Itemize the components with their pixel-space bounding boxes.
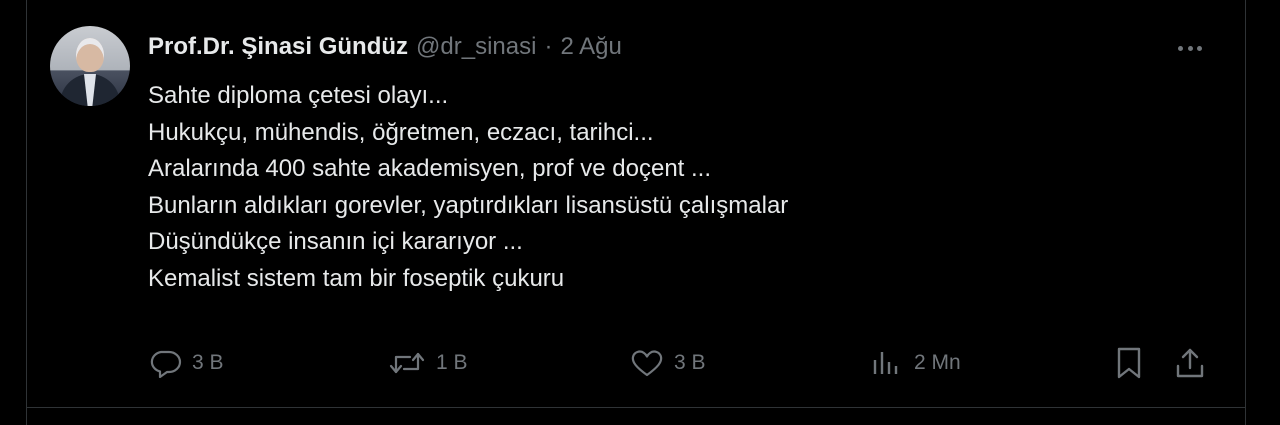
tweet-divider [26, 407, 1246, 408]
meta-separator: · [544, 33, 553, 60]
retweet-count: 1 B [436, 351, 468, 374]
action-bar: 3 B 1 B 3 B 2 Mn [0, 346, 1280, 380]
tweet-text-line: Aralarında 400 sahte akademisyen, prof v… [148, 155, 712, 182]
retweet-button[interactable]: 1 B [388, 346, 468, 380]
tweet-header: Prof.Dr. Şinasi Gündüz @dr_sinasi · 2 Ağu [148, 33, 622, 61]
avatar-head [76, 38, 104, 72]
author-name[interactable]: Prof.Dr. Şinasi Gündüz [148, 33, 408, 60]
tweet-date[interactable]: 2 Ağu [560, 33, 621, 60]
retweet-icon [388, 348, 426, 378]
views-count: 2 Mn [914, 351, 961, 374]
like-count: 3 B [674, 351, 706, 374]
share-button[interactable] [1174, 346, 1206, 380]
tweet-text-line: Bunların aldıkları gorevler, yaptırdıkla… [148, 191, 789, 219]
like-button[interactable]: 3 B [630, 346, 706, 380]
tweet-text-line: Kemalist sistem tam bir foseptik çukuru [148, 264, 565, 292]
views-icon [870, 348, 904, 378]
tweet-text-line: Hukukçu, mühendis, öğretmen, eczacı, tar… [148, 118, 654, 146]
tweet-text-line: Düşündükçe insanın içi kararıyor ... [148, 228, 523, 255]
bookmark-icon [1114, 346, 1144, 380]
share-icon [1174, 346, 1206, 380]
more-dot [1187, 45, 1193, 51]
reply-count: 3 B [192, 351, 224, 374]
author-handle[interactable]: @dr_sinasi [416, 33, 536, 60]
more-dot [1197, 45, 1202, 51]
tweet-body: Sahte diploma çetesi olayı... Hukukçu, m… [148, 78, 788, 297]
heart-icon [630, 348, 664, 378]
reply-icon [148, 348, 182, 378]
more-icon[interactable] [1172, 34, 1208, 62]
more-dot [1178, 45, 1183, 51]
reply-button[interactable]: 3 B [148, 346, 224, 380]
avatar[interactable] [50, 26, 130, 106]
tweet-text-line: Sahte diploma çetesi olayı... [148, 82, 449, 109]
bookmark-button[interactable] [1114, 346, 1144, 380]
views-button[interactable]: 2 Mn [870, 346, 961, 380]
